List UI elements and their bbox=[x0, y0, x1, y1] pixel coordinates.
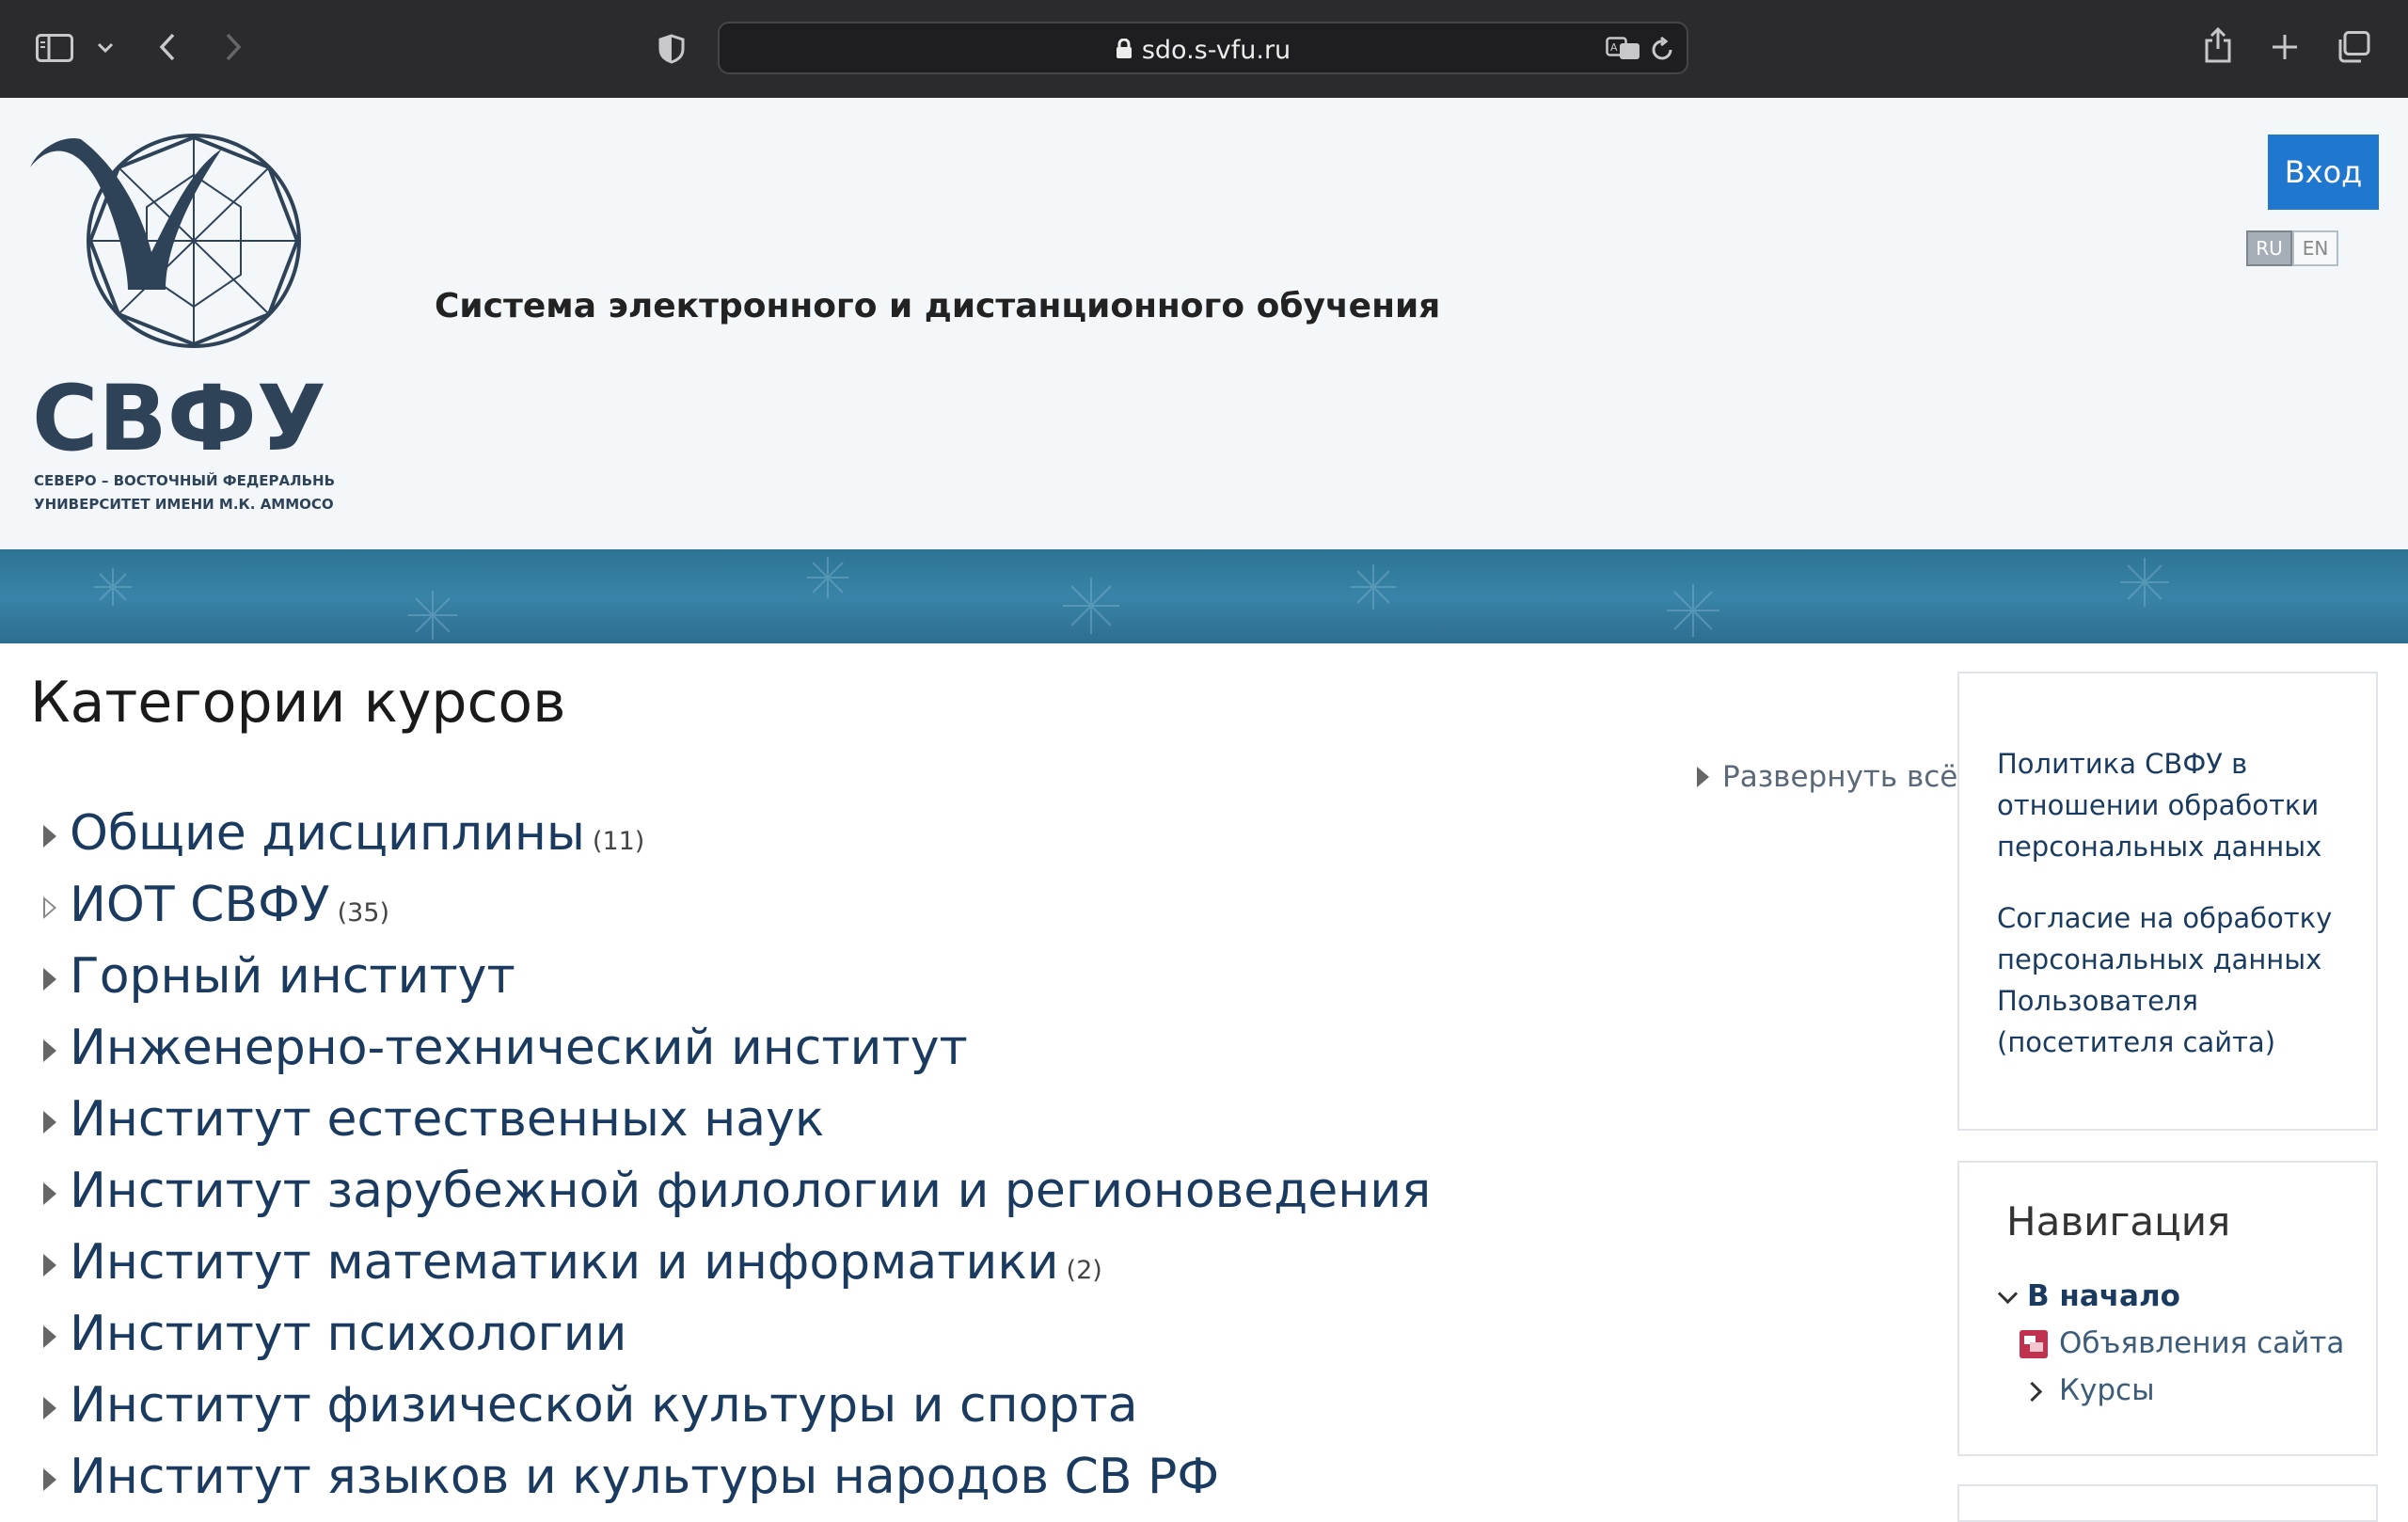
snowflake-banner bbox=[0, 549, 2408, 643]
category-count: (2) bbox=[1066, 1256, 1102, 1285]
category-name[interactable]: Институт естественных наук bbox=[70, 1091, 824, 1148]
category-item[interactable]: Институт языков и культуры народов СВ РФ bbox=[41, 1449, 1219, 1505]
category-name[interactable]: Институт психологии bbox=[70, 1306, 626, 1362]
sidebar-toggle-icon[interactable] bbox=[36, 34, 73, 67]
consent-link[interactable]: Согласие на обработку персональных данны… bbox=[1997, 897, 2354, 1063]
privacy-shield-icon[interactable] bbox=[658, 34, 685, 69]
expand-triangle-icon[interactable] bbox=[43, 1254, 56, 1276]
nav-home-link[interactable]: В начало bbox=[2027, 1279, 2180, 1313]
expand-triangle-icon[interactable] bbox=[43, 825, 56, 848]
category-item[interactable]: Общие дисциплины (11) bbox=[41, 805, 644, 862]
reload-icon[interactable] bbox=[1651, 36, 1675, 68]
navigation-block: Навигация В начало Объявления сайта Курс… bbox=[1957, 1161, 2378, 1456]
nav-site-announcements[interactable]: Объявления сайта bbox=[2059, 1326, 2344, 1360]
svg-text:СЕВЕРО – ВОСТОЧНЫЙ ФЕДЕРАЛЬНЫЙ: СЕВЕРО – ВОСТОЧНЫЙ ФЕДЕРАЛЬНЫЙ bbox=[34, 471, 335, 489]
category-item[interactable]: Институт зарубежной филологии и регионов… bbox=[41, 1163, 1431, 1219]
category-item[interactable]: Горный институт bbox=[41, 948, 515, 1005]
category-item[interactable]: ИОТ СВФУ (35) bbox=[41, 877, 389, 933]
expand-all-link[interactable]: Развернуть всё bbox=[1697, 760, 1957, 794]
chevron-right-icon[interactable] bbox=[2021, 1381, 2043, 1403]
expand-triangle-icon[interactable] bbox=[43, 1397, 56, 1419]
language-en-button[interactable]: EN bbox=[2292, 230, 2338, 266]
svg-text:СВФУ: СВФУ bbox=[32, 366, 326, 471]
expand-triangle-icon[interactable] bbox=[43, 1039, 56, 1062]
category-item[interactable]: Институт физической культуры и спорта bbox=[41, 1377, 1138, 1434]
share-icon[interactable] bbox=[2204, 26, 2232, 69]
expand-triangle-icon bbox=[1697, 767, 1709, 787]
browser-toolbar: sdo.s-vfu.ru A bbox=[0, 0, 2408, 99]
expand-triangle-icon[interactable] bbox=[43, 968, 56, 991]
page-title: Категории курсов bbox=[30, 670, 566, 736]
category-name[interactable]: Общие дисциплины bbox=[70, 805, 585, 862]
lock-icon bbox=[1116, 37, 1133, 66]
category-count: (35) bbox=[337, 898, 389, 927]
new-tab-icon[interactable] bbox=[2271, 33, 2299, 66]
category-name[interactable]: Инженерно-технический институт bbox=[70, 1020, 968, 1076]
address-bar[interactable]: sdo.s-vfu.ru A bbox=[718, 22, 1688, 74]
svg-text:УНИВЕРСИТЕТ ИМЕНИ М.К. АММОСОВ: УНИВЕРСИТЕТ ИМЕНИ М.К. АММОСОВА bbox=[34, 496, 335, 513]
category-item[interactable]: Инженерно-технический институт bbox=[41, 1020, 968, 1076]
forward-icon[interactable] bbox=[224, 32, 243, 67]
url-text: sdo.s-vfu.ru bbox=[1141, 36, 1291, 65]
expand-triangle-icon[interactable] bbox=[43, 896, 56, 919]
expand-triangle-icon[interactable] bbox=[43, 1111, 56, 1134]
sidebar-block bbox=[1957, 1484, 2378, 1522]
translate-icon[interactable]: A bbox=[1606, 37, 1641, 66]
category-item[interactable]: Институт естественных наук bbox=[41, 1091, 824, 1148]
forum-icon bbox=[2020, 1330, 2048, 1363]
tabs-overview-icon[interactable] bbox=[2337, 31, 2370, 68]
policy-link[interactable]: Политика СВФУ в отношении обработки перс… bbox=[1997, 743, 2354, 867]
category-name[interactable]: Институт физической культуры и спорта bbox=[70, 1377, 1138, 1434]
expand-triangle-icon[interactable] bbox=[43, 1325, 56, 1348]
back-icon[interactable] bbox=[158, 32, 177, 67]
university-logo[interactable]: СВФУ СЕВЕРО – ВОСТОЧНЫЙ ФЕДЕРАЛЬНЫЙ УНИВ… bbox=[24, 130, 356, 517]
login-button[interactable]: Вход bbox=[2268, 135, 2379, 210]
site-title: Система электронного и дистанционного об… bbox=[435, 287, 1441, 325]
language-ru-button[interactable]: RU bbox=[2246, 230, 2292, 266]
category-name[interactable]: Горный институт bbox=[70, 948, 515, 1005]
expand-triangle-icon[interactable] bbox=[43, 1468, 56, 1491]
navigation-title: Навигация bbox=[2006, 1198, 2231, 1245]
category-item[interactable]: Институт психологии bbox=[41, 1306, 626, 1362]
svg-text:A: A bbox=[1610, 41, 1618, 54]
category-item[interactable]: Институт математики и информатики (2) bbox=[41, 1234, 1102, 1291]
expand-triangle-icon[interactable] bbox=[43, 1182, 56, 1205]
category-name[interactable]: Институт математики и информатики bbox=[70, 1234, 1059, 1291]
category-name[interactable]: Институт зарубежной филологии и регионов… bbox=[70, 1163, 1431, 1219]
nav-courses[interactable]: Курсы bbox=[2059, 1373, 2155, 1407]
category-count: (11) bbox=[592, 827, 645, 856]
category-name[interactable]: ИОТ СВФУ bbox=[70, 877, 330, 933]
expand-all-label: Развернуть всё bbox=[1722, 760, 1958, 794]
category-name[interactable]: Институт языков и культуры народов СВ РФ bbox=[70, 1449, 1219, 1505]
chevron-down-icon[interactable] bbox=[97, 41, 114, 58]
policy-block: Политика СВФУ в отношении обработки перс… bbox=[1957, 672, 2378, 1131]
chevron-down-icon[interactable] bbox=[1997, 1283, 2019, 1305]
